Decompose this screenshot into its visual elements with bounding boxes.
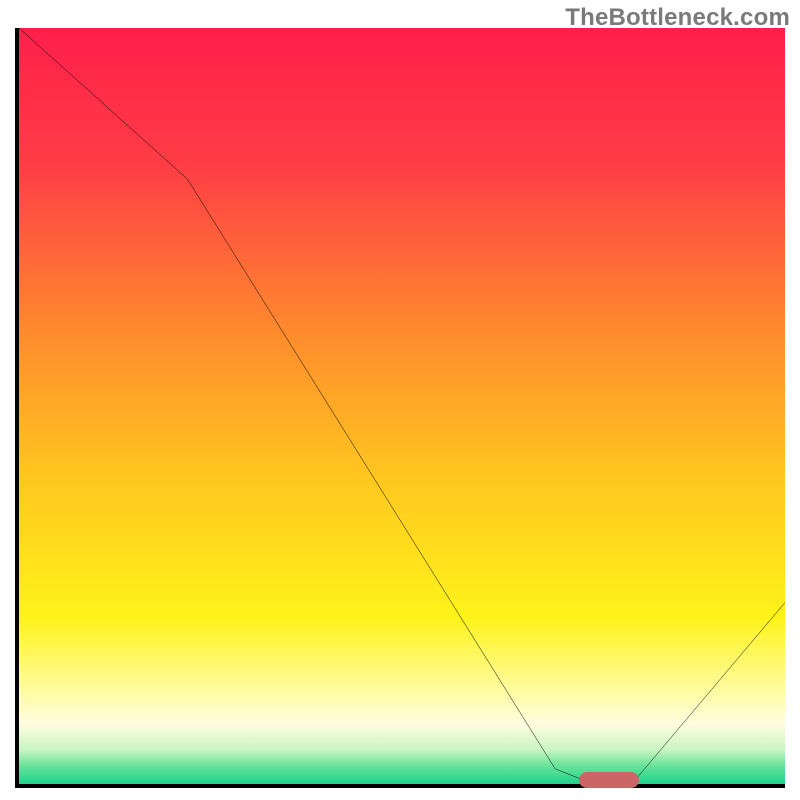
optimal-marker [579, 772, 639, 788]
chart-curve [19, 28, 785, 784]
chart-frame [15, 28, 785, 788]
chart-stage: TheBottleneck.com [0, 0, 800, 800]
